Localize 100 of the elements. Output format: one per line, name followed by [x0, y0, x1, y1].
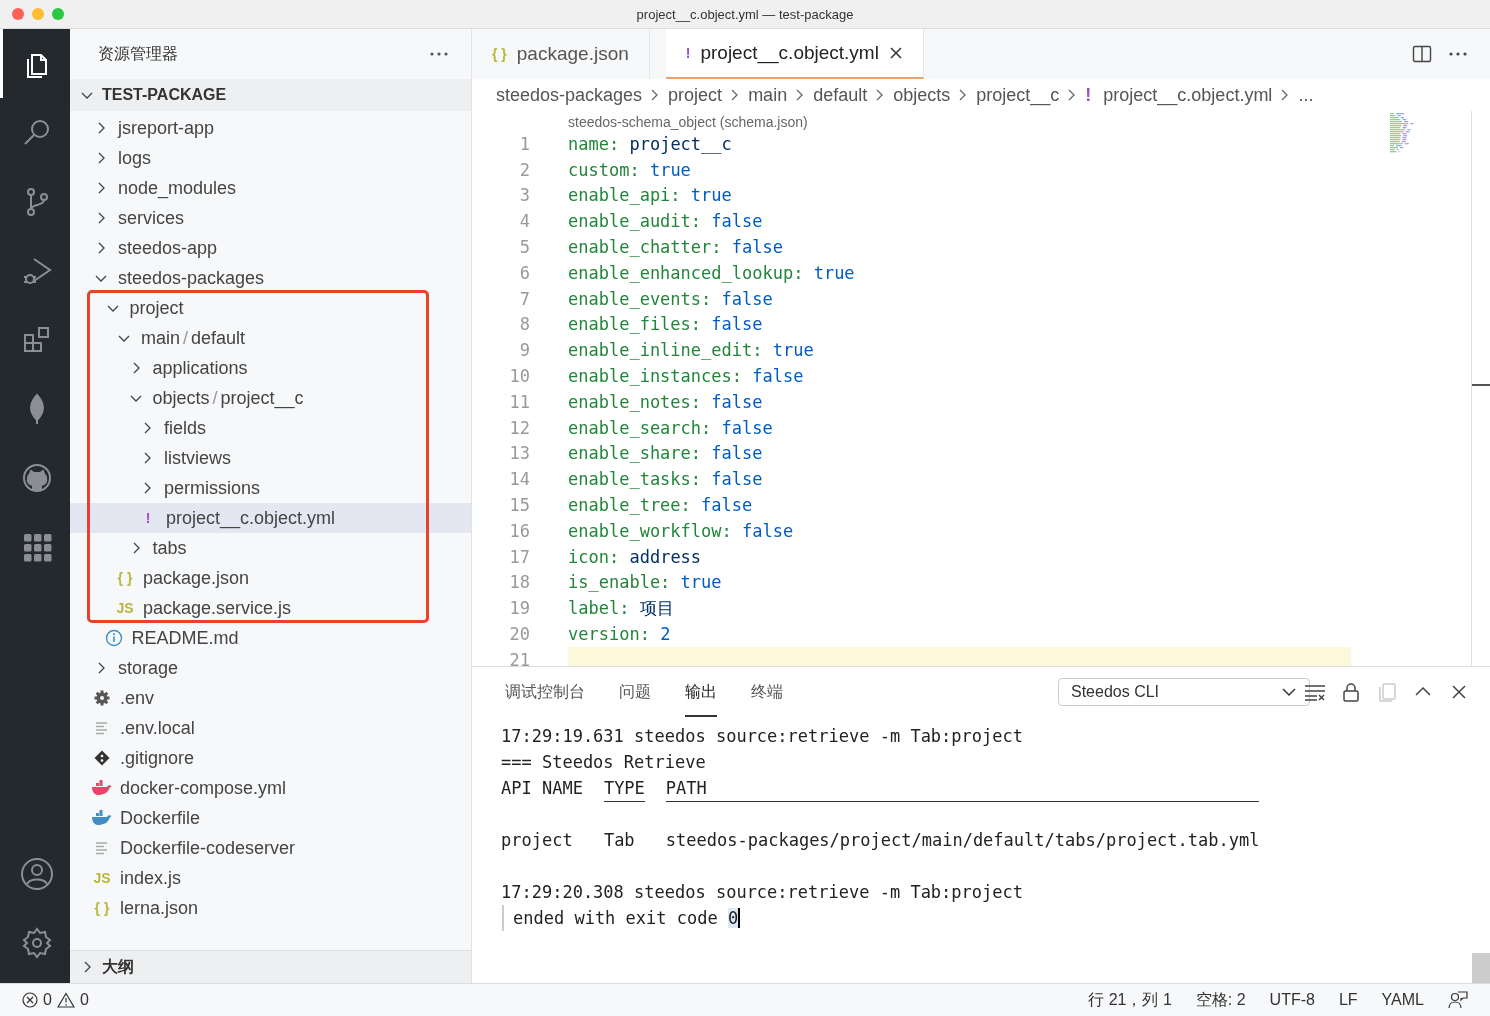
code-line: enable_search: false	[568, 417, 773, 438]
folder-item[interactable]: steedos-packages	[70, 263, 471, 293]
code-line: enable_chatter: false	[568, 237, 783, 258]
output-cell-text: Tab	[603, 829, 636, 852]
file-item[interactable]: JS index.js	[70, 863, 471, 893]
line-number: 14	[508, 469, 531, 490]
code-line: enable_files: false	[568, 314, 763, 335]
section-header[interactable]: TEST-PACKAGE	[70, 79, 471, 111]
folder-item[interactable]: applications	[70, 353, 471, 383]
file-item[interactable]: .env.local	[70, 713, 471, 743]
file-item[interactable]: README.md	[70, 623, 471, 653]
status-item[interactable]: LF	[1338, 991, 1358, 1009]
editor-tab[interactable]: { } package.json	[472, 29, 650, 79]
breadcrumb-item[interactable]: project__c.object.yml	[1103, 84, 1273, 106]
line-number: 9	[518, 340, 531, 361]
line-number: 10	[508, 366, 531, 387]
folder-item[interactable]: permissions	[70, 473, 471, 503]
panel-tab[interactable]: 输出	[685, 667, 717, 717]
output-line: 17:29:20.308 steedos source:retrieve -m Tab:project	[501, 881, 1024, 904]
status-item[interactable]: 行 21，列 1	[1088, 989, 1172, 1011]
breadcrumb-item[interactable]: default	[813, 84, 868, 106]
editor-tab[interactable]: ! project__c.object.yml	[665, 29, 924, 79]
info-icon	[104, 629, 123, 647]
line-number: 5	[518, 237, 531, 258]
file-item[interactable]: Dockerfile-codeserver	[70, 833, 471, 863]
line-number: 20	[508, 624, 531, 645]
scrollbar-thumb[interactable]	[1472, 953, 1490, 983]
channel-dropdown[interactable]: Steedos CLI	[1058, 678, 1310, 706]
feedback-icon[interactable]	[1448, 990, 1468, 1010]
folder-item[interactable]: fields	[70, 413, 471, 443]
panel-tab[interactable]: 问题	[619, 667, 651, 717]
folder-item[interactable]: project	[70, 293, 471, 323]
line-number: 16	[508, 520, 531, 541]
status-item[interactable]: UTF-8	[1269, 991, 1315, 1009]
line-number: 18	[508, 572, 531, 593]
file-item[interactable]: { } package.json	[70, 563, 471, 593]
line-number: 8	[518, 314, 531, 335]
file-item[interactable]: docker-compose.yml	[70, 773, 471, 803]
output-column-header: PATH	[665, 777, 708, 800]
folder-item[interactable]: main / default	[70, 323, 471, 353]
file-type-icon: JS	[116, 600, 134, 616]
close-icon[interactable]	[888, 46, 903, 60]
problems-status[interactable]: 0 0	[22, 991, 89, 1009]
section-header[interactable]: 大纲	[70, 950, 471, 983]
folder-item[interactable]: objects / project__c	[70, 383, 471, 413]
panel-tab[interactable]: 终端	[751, 667, 783, 717]
output-cell-text: steedos-packages/project/main/default/tabs/project.tab.yml	[665, 829, 1260, 852]
file-item[interactable]: .gitignore	[70, 743, 471, 773]
line-number: 15	[508, 495, 531, 516]
status-item[interactable]: 空格: 2	[1195, 989, 1246, 1011]
line-number: 21	[508, 649, 531, 666]
folder-item[interactable]: node_modules	[70, 173, 471, 203]
more-icon[interactable]	[429, 51, 449, 57]
breadcrumb-item[interactable]: project	[668, 84, 723, 106]
folder-item[interactable]: tabs	[70, 533, 471, 563]
folder-item[interactable]: steedos-app	[70, 233, 471, 263]
code-line: custom: true	[568, 159, 691, 180]
file-item[interactable]: JS package.service.js	[70, 593, 471, 623]
breadcrumb-item[interactable]: project__c	[976, 84, 1060, 106]
more-icon[interactable]	[1448, 51, 1468, 57]
code-line: enable_audit: false	[568, 211, 763, 232]
output-line: ended with exit code 0	[513, 907, 742, 930]
file-item[interactable]: ! project__c.object.yml	[70, 503, 471, 533]
split-editor-icon[interactable]	[1412, 44, 1432, 64]
folder-item[interactable]: storage	[70, 653, 471, 683]
line-number: 3	[518, 185, 531, 206]
breadcrumb-item[interactable]: objects	[893, 84, 951, 106]
line-number: 2	[518, 159, 531, 180]
lock-icon[interactable]	[1340, 681, 1362, 703]
breadcrumb-item[interactable]: main	[748, 84, 788, 106]
close-window-button[interactable]	[12, 8, 24, 20]
code-line: enable_events: false	[568, 288, 773, 309]
output-column-header: API NAME	[501, 777, 583, 800]
code-line: enable_instances: false	[568, 366, 804, 387]
file-type-icon: { }	[492, 46, 507, 62]
line-number: 1	[518, 133, 531, 154]
error-icon	[22, 992, 38, 1008]
output-cell-text: project	[501, 829, 574, 852]
line-number: 12	[508, 417, 531, 438]
file-type-icon: { }	[94, 900, 110, 916]
code-line: version: 2	[568, 624, 671, 645]
folder-item[interactable]: logs	[70, 143, 471, 173]
code-line: enable_inline_edit: true	[568, 340, 814, 361]
file-item[interactable]: { } lerna.json	[70, 893, 471, 923]
line-number: 7	[518, 288, 531, 309]
code-line: enable_tree: false	[568, 495, 753, 516]
file-item[interactable]: Dockerfile	[70, 803, 471, 833]
panel-tab[interactable]: 调试控制台	[505, 667, 585, 717]
code-line: name: project__c	[568, 133, 732, 154]
gear-icon	[93, 689, 111, 707]
schema-hint[interactable]: steedos-schema_object (schema.json)	[568, 111, 1471, 131]
breadcrumb-item[interactable]: steedos-packages	[496, 84, 643, 106]
folder-item[interactable]: jsreport-app	[70, 113, 471, 143]
file-item[interactable]: .env	[70, 683, 471, 713]
folder-item[interactable]: services	[70, 203, 471, 233]
breadcrumb-item[interactable]: ...	[1298, 84, 1314, 106]
overview-ruler-marker	[1472, 384, 1490, 386]
warning-icon	[56, 992, 75, 1008]
status-item[interactable]: YAML	[1381, 991, 1424, 1009]
folder-item[interactable]: listviews	[70, 443, 471, 473]
